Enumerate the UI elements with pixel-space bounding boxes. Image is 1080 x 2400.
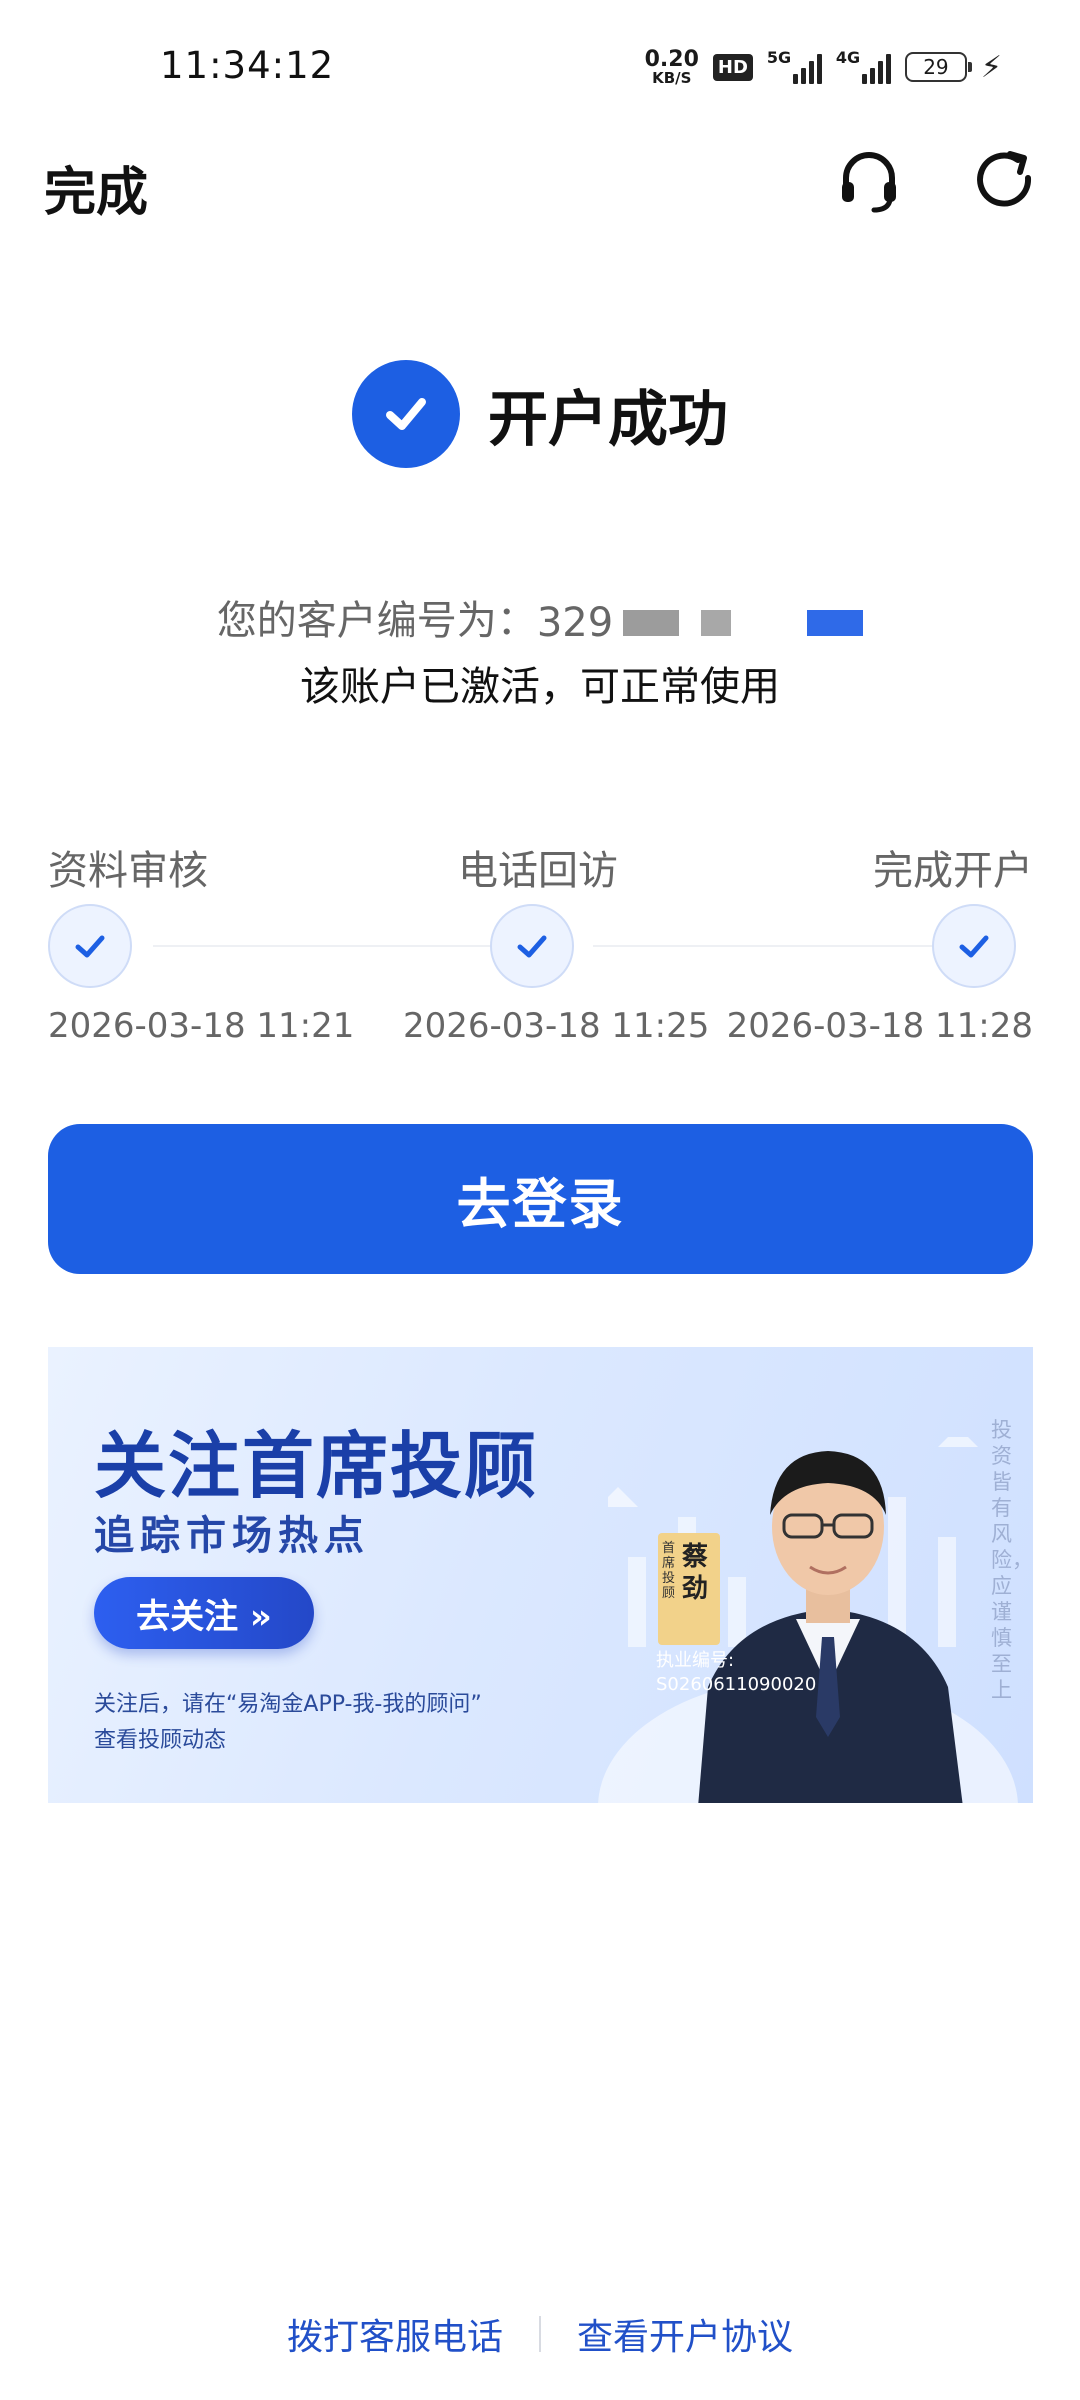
battery-level: 29 <box>923 55 949 79</box>
refresh-icon[interactable] <box>972 148 1038 214</box>
footer-links: 拨打客服电话 查看开户协议 <box>0 2308 1080 2360</box>
step-connector <box>153 945 513 947</box>
hd-icon: HD <box>712 53 753 81</box>
banner-note: 关注后，请在“易淘金APP-我-我的顾问” 查看投顾动态 <box>94 1687 482 1759</box>
banner-note-line: 关注后，请在“易淘金APP-我-我的顾问” <box>94 1692 482 1717</box>
advisor-name: 蔡劲 <box>682 1542 709 1604</box>
headset-icon[interactable] <box>836 148 902 214</box>
step-check-icon <box>490 904 574 988</box>
step-check-icon <box>932 904 1016 988</box>
license-label: 执业编号: <box>656 1650 735 1671</box>
network-speed: 0.20 KB/S <box>644 46 699 87</box>
advisor-license: 执业编号: S0260611090020 <box>656 1649 816 1697</box>
follow-button[interactable]: 去关注 » <box>94 1577 314 1649</box>
battery-icon: 29 <box>904 52 972 82</box>
step-check-icon <box>48 904 132 988</box>
step-time-callback: 2026-03-18 11:25 <box>403 1006 710 1046</box>
view-agreement-link[interactable]: 查看开户协议 <box>577 2308 793 2360</box>
step-label-callback: 电话回访 <box>458 848 618 894</box>
status-bar: 11:34:12 0.20 KB/S HD 5G 4G 29 ⚡ <box>0 0 1080 130</box>
advisor-role: 首席投顾 <box>662 1541 676 1601</box>
risk-disclaimer: 投资皆有风险，应谨慎至上 <box>991 1418 1033 1702</box>
advisor-name-card: 首席投顾 蔡劲 <box>658 1533 720 1645</box>
signal-5g-label: 5G <box>766 48 792 67</box>
banner-note-line: 查看投顾动态 <box>94 1728 227 1753</box>
done-button[interactable]: 完成 <box>44 150 148 225</box>
signal-4g-label: 4G <box>835 48 861 67</box>
step-label-review: 资料审核 <box>48 848 208 894</box>
step-time-complete: 2026-03-18 11:28 <box>726 1006 1033 1046</box>
success-check-icon <box>352 360 460 468</box>
charging-icon: ⚡ <box>980 49 1002 85</box>
advisor-banner[interactable]: 关注首席投顾 追踪市场热点 去关注 » 关注后，请在“易淘金APP-我-我的顾问… <box>48 1347 1033 1803</box>
customer-number: 329 <box>536 600 614 646</box>
step-time-review: 2026-03-18 11:21 <box>48 1006 355 1046</box>
call-service-link[interactable]: 拨打客服电话 <box>287 2308 503 2360</box>
redaction-mask <box>623 610 680 636</box>
step-label-complete: 完成开户 <box>873 848 1033 894</box>
status-icons: 0.20 KB/S HD 5G 4G 29 ⚡ <box>645 44 1002 90</box>
success-header: 开户成功 <box>0 360 1080 468</box>
customer-number-label: 您的客户编号为： <box>216 598 537 644</box>
screen: 11:34:12 0.20 KB/S HD 5G 4G 29 ⚡ 完成 开户成功… <box>0 0 1080 2400</box>
progress-steps: 资料审核 电话回访 完成开户 2026-03-18 11:21 2026-03-… <box>48 838 1033 1058</box>
account-activated-text: 该账户已激活，可正常使用 <box>300 664 780 710</box>
success-title: 开户成功 <box>488 384 728 455</box>
go-login-button[interactable]: 去登录 <box>48 1124 1033 1274</box>
redaction-mask <box>807 610 864 636</box>
footer-divider <box>539 2316 541 2352</box>
signal-5g-icon: 5G <box>766 48 822 84</box>
banner-subtitle: 追踪市场热点 <box>94 1513 370 1559</box>
network-speed-unit: KB/S <box>652 68 692 87</box>
signal-4g-icon: 4G <box>835 48 891 84</box>
license-number: S0260611090020 <box>656 1674 817 1695</box>
network-speed-value: 0.20 <box>644 46 699 72</box>
customer-number-line: 您的客户编号为：329 <box>0 588 1080 646</box>
step-connector <box>593 945 958 947</box>
banner-title: 关注首席投顾 <box>94 1424 539 1508</box>
status-time: 11:34:12 <box>160 44 335 87</box>
redaction-mask <box>701 610 732 636</box>
advisor-photo <box>698 1451 963 1803</box>
